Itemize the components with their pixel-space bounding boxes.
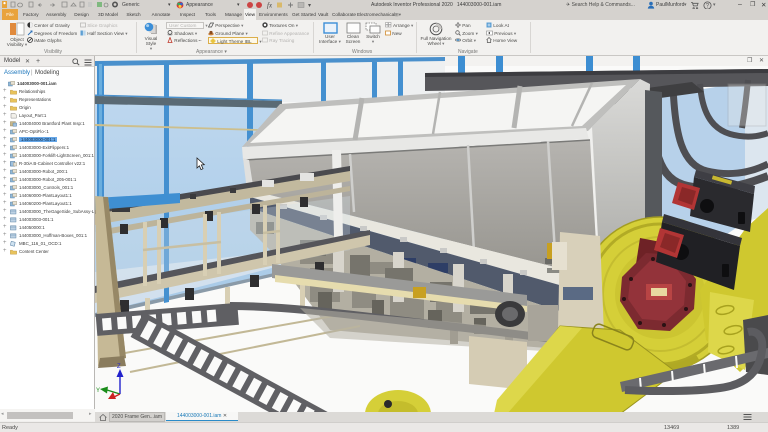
svg-text:Y: Y (96, 388, 100, 394)
svg-text:fx: fx (267, 1, 273, 9)
svg-text:Z: Z (117, 364, 121, 370)
svg-text:▾: ▾ (308, 3, 311, 9)
